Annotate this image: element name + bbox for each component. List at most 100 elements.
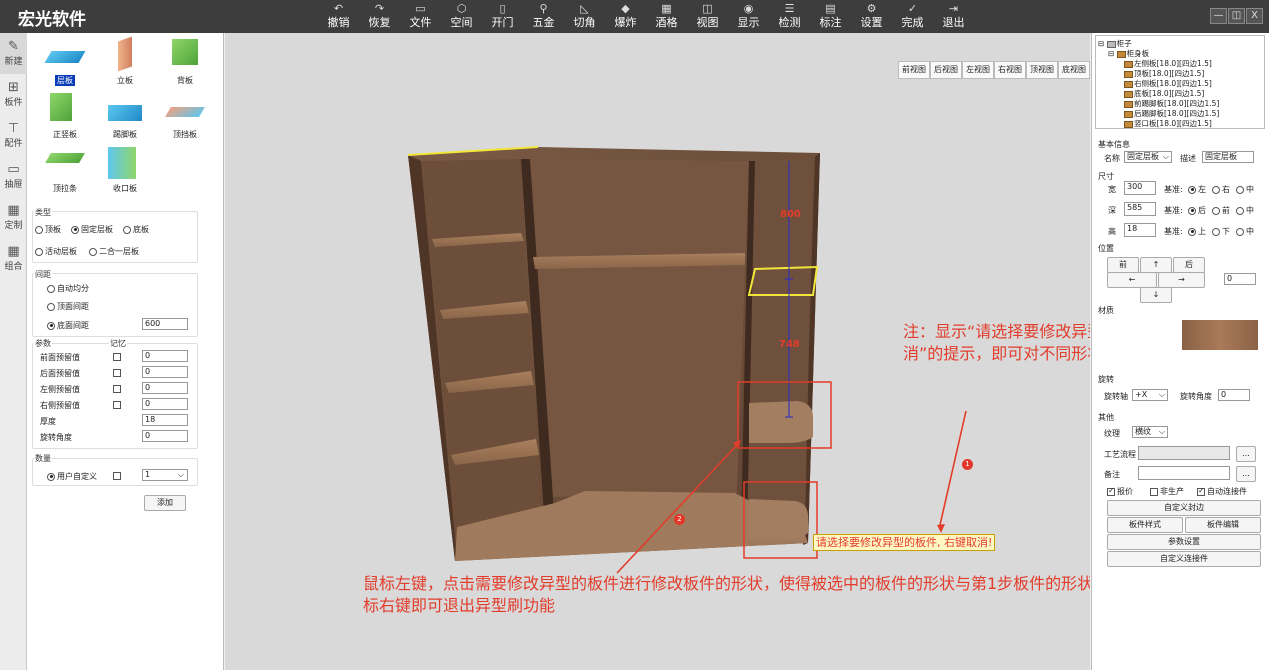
texture-select[interactable]: 横纹 ⌵ xyxy=(1132,426,1168,438)
board-type-item[interactable]: 立板 xyxy=(95,36,155,93)
toolbar-hardware-button[interactable]: ⚲ 五金 xyxy=(523,2,564,32)
pos-up-button[interactable]: ↑ xyxy=(1140,257,1172,273)
quantity-group-title: 数量 xyxy=(34,453,52,464)
radio-icon xyxy=(1188,227,1196,236)
nav-panel[interactable]: ⊞ 板件 xyxy=(0,74,27,115)
board-style-button[interactable]: 板件样式 xyxy=(1107,517,1183,533)
toolbar-redo-button[interactable]: ↷ 恢复 xyxy=(359,2,400,32)
minimize-button[interactable]: — xyxy=(1210,8,1227,24)
quantity-custom-radio[interactable]: 用户自定义 xyxy=(47,471,97,482)
width-base-radio[interactable]: 左 xyxy=(1188,184,1206,195)
height-base-radio[interactable]: 中 xyxy=(1236,226,1254,237)
param-settings-button[interactable]: 参数设置 xyxy=(1107,534,1261,550)
quantity-checkbox[interactable] xyxy=(113,472,121,480)
rotate-angle-input[interactable]: 0 xyxy=(1218,389,1250,401)
board-type-item[interactable]: 层板 xyxy=(35,39,95,93)
param-value-input[interactable]: 0 xyxy=(142,382,188,394)
depth-base-radio[interactable]: 中 xyxy=(1236,205,1254,216)
type-top-radio[interactable]: 顶板 xyxy=(35,224,61,235)
board-type-item[interactable]: 顶拉条 xyxy=(35,147,95,201)
param-value-input[interactable]: 0 xyxy=(142,350,188,362)
irregular-shelf-lower[interactable] xyxy=(749,499,808,539)
quantity-select[interactable]: 1 ⌵ xyxy=(142,469,188,481)
note-more-button[interactable]: ... xyxy=(1236,466,1256,482)
param-value-input[interactable]: 0 xyxy=(142,430,188,442)
type-fixed-radio[interactable]: 固定层板 xyxy=(71,224,113,235)
spacing-bottom-input[interactable]: 600 xyxy=(142,318,188,330)
height-input[interactable]: 18 xyxy=(1124,223,1156,237)
height-base-radio[interactable]: 下 xyxy=(1212,226,1230,237)
param-value-input[interactable]: 18 xyxy=(142,414,188,426)
param-value-input[interactable]: 0 xyxy=(142,366,188,378)
depth-input[interactable]: 585 xyxy=(1124,202,1156,216)
toolbar-gear-button[interactable]: ⚙ 设置 xyxy=(851,2,892,32)
quote-checkbox[interactable]: 报价 xyxy=(1107,486,1133,497)
toolbar-view-button[interactable]: ◫ 视图 xyxy=(687,2,728,32)
toolbar-done-button[interactable]: ✓ 完成 xyxy=(892,2,933,32)
tree-item[interactable]: 竖口板[18.0][四边1.5] xyxy=(1124,118,1212,128)
pos-right-button[interactable]: → xyxy=(1158,272,1205,288)
board-type-item[interactable]: 收口板 xyxy=(95,147,155,201)
component-tree[interactable]: ⊟ 柜子 ⊟ 柜身板 左侧板[18.0][四边1.5] 顶板[18.0][四边1.… xyxy=(1095,35,1265,129)
type-bottom-radio[interactable]: 底板 xyxy=(123,224,149,235)
toolbar-door-button[interactable]: ▯ 开门 xyxy=(482,2,523,32)
3d-viewport[interactable]: 前视图 后视图 左视图 右视图 顶视图 底视图 800 748 请选择要修改异型… xyxy=(225,33,1090,670)
name-select[interactable]: 固定层板 ⌵ xyxy=(1124,151,1172,163)
restore-button[interactable]: ◫ xyxy=(1228,8,1245,24)
depth-base-radio[interactable]: 前 xyxy=(1212,205,1230,216)
param-value-input[interactable]: 0 xyxy=(142,398,188,410)
board-edit-button[interactable]: 板件编辑 xyxy=(1185,517,1261,533)
custom-connector-button[interactable]: 自定义连接件 xyxy=(1107,551,1261,567)
toolbar-annotation-button[interactable]: ▤ 标注 xyxy=(810,2,851,32)
width-base-radio[interactable]: 右 xyxy=(1212,184,1230,195)
nav-edit[interactable]: ✎ 新建 xyxy=(0,33,27,74)
custom-edge-button[interactable]: 自定义封边 xyxy=(1107,500,1261,516)
pos-value-input[interactable]: 0 xyxy=(1224,273,1256,285)
toolbar-cube-button[interactable]: ⬡ 空间 xyxy=(441,2,482,32)
pos-back-button[interactable]: 后 xyxy=(1173,257,1205,273)
spacing-auto-radio[interactable]: 自动均分 xyxy=(47,283,89,294)
close-button[interactable]: X xyxy=(1246,8,1263,24)
toolbar-check-list-button[interactable]: ☰ 检测 xyxy=(769,2,810,32)
board-type-item[interactable]: 背板 xyxy=(155,39,215,93)
board-type-item[interactable]: 顶挡板 xyxy=(155,93,215,147)
nav-combine[interactable]: ▦ 组合 xyxy=(0,238,27,279)
height-base-radio[interactable]: 上 xyxy=(1188,226,1206,237)
param-memory-checkbox[interactable] xyxy=(113,369,121,377)
toolbar-undo-button[interactable]: ↶ 撤销 xyxy=(318,2,359,32)
rotate-axis-select[interactable]: +X ⌵ xyxy=(1132,389,1168,401)
nav-fitting[interactable]: ⊤ 配件 xyxy=(0,115,27,156)
param-memory-checkbox[interactable] xyxy=(113,353,121,361)
toolbar-exit-button[interactable]: ⇥ 退出 xyxy=(933,2,974,32)
type-two-in-one-radio[interactable]: 二合一层板 xyxy=(89,246,139,257)
material-swatch[interactable] xyxy=(1182,320,1258,350)
width-input[interactable]: 300 xyxy=(1124,181,1156,195)
note-field[interactable] xyxy=(1138,466,1230,480)
toolbar-folder-button[interactable]: ▭ 文件 xyxy=(400,2,441,32)
width-base-radio[interactable]: 中 xyxy=(1236,184,1254,195)
process-field[interactable] xyxy=(1138,446,1230,460)
spacing-bottom-radio[interactable]: 底面间距 xyxy=(47,320,89,331)
process-more-button[interactable]: ... xyxy=(1236,446,1256,462)
depth-base-radio[interactable]: 后 xyxy=(1188,205,1206,216)
pos-front-button[interactable]: 前 xyxy=(1107,257,1139,273)
toolbar-wine-grid-button[interactable]: ▦ 酒格 xyxy=(646,2,687,32)
board-type-item[interactable]: 踢脚板 xyxy=(95,93,155,147)
auto-connector-checkbox[interactable]: 自动连接件 xyxy=(1197,486,1247,497)
pos-left-button[interactable]: ← xyxy=(1107,272,1157,288)
param-memory-checkbox[interactable] xyxy=(113,385,121,393)
board-type-item[interactable]: 正竖板 xyxy=(35,93,95,147)
irregular-shelf-upper[interactable] xyxy=(749,401,813,443)
add-button[interactable]: 添加 xyxy=(144,495,186,511)
nav-custom[interactable]: ▦ 定制 xyxy=(0,197,27,238)
spacing-top-radio[interactable]: 顶面间距 xyxy=(47,301,89,312)
toolbar-eye-button[interactable]: ◉ 显示 xyxy=(728,2,769,32)
non-production-checkbox[interactable]: 非生产 xyxy=(1150,486,1184,497)
nav-drawer[interactable]: ▭ 抽屉 xyxy=(0,156,27,197)
toolbar-explode-button[interactable]: ◆ 爆炸 xyxy=(605,2,646,32)
desc-input[interactable]: 固定层板 xyxy=(1202,151,1254,163)
type-movable-radio[interactable]: 活动层板 xyxy=(35,246,77,257)
pos-down-button[interactable]: ↓ xyxy=(1140,287,1172,303)
toolbar-cut-corner-button[interactable]: ◺ 切角 xyxy=(564,2,605,32)
param-memory-checkbox[interactable] xyxy=(113,401,121,409)
